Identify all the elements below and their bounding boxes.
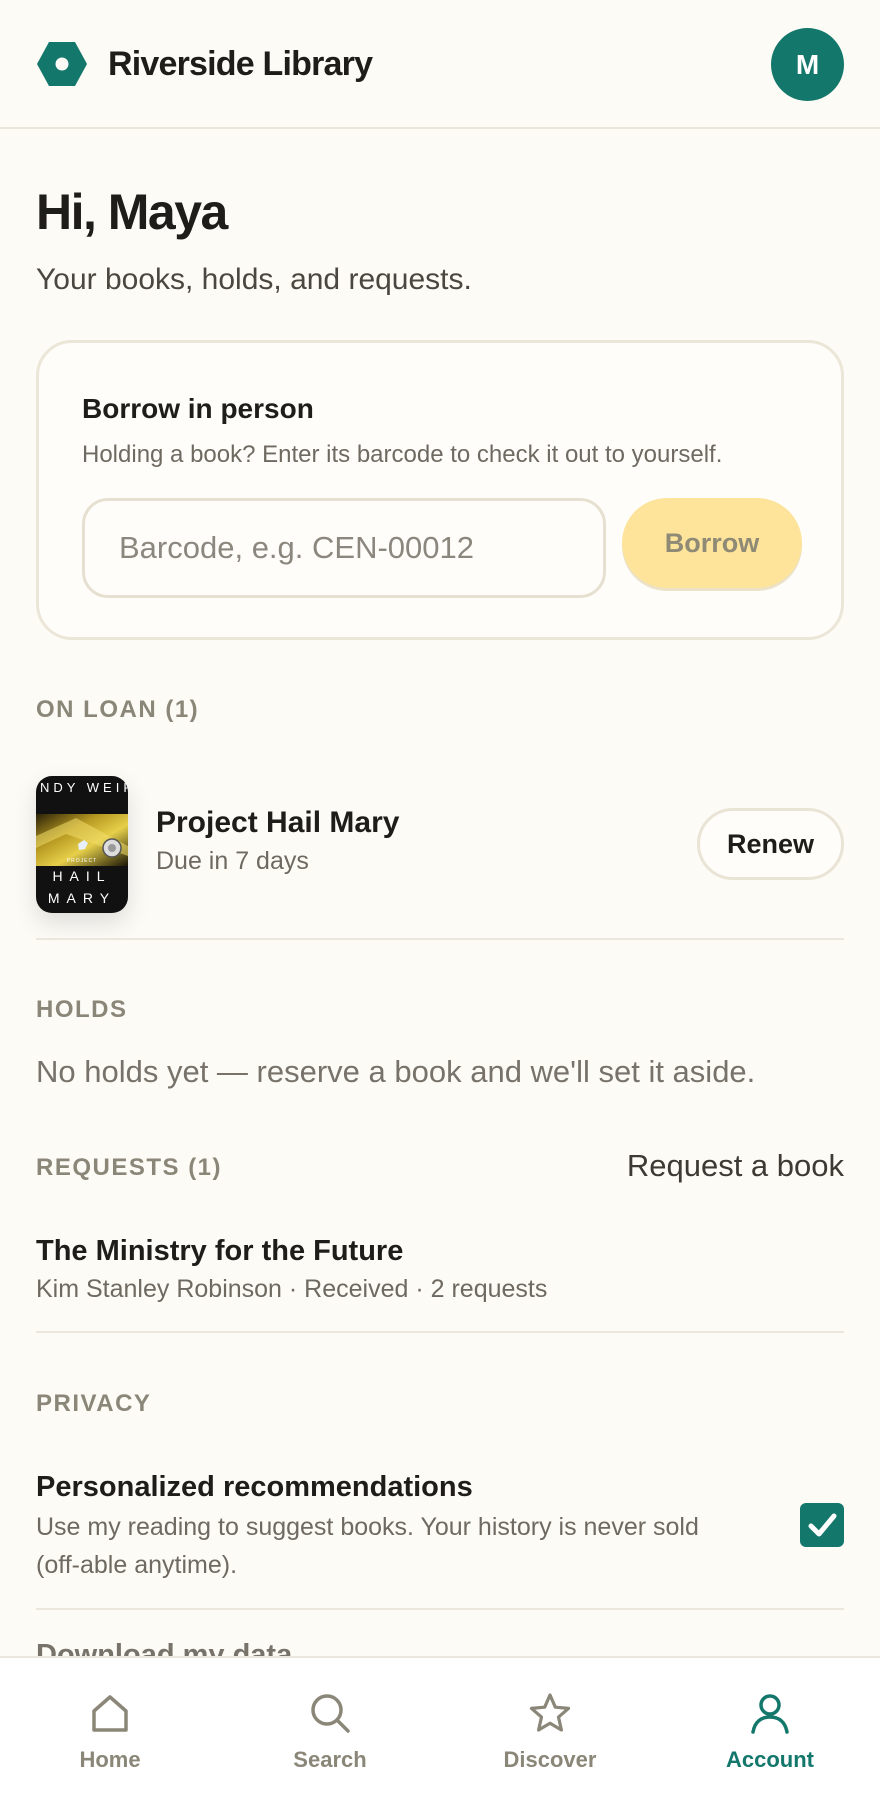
request-a-book-link[interactable]: Request a book <box>627 1146 844 1186</box>
brand-logo-icon[interactable] <box>36 40 88 88</box>
renew-button[interactable]: Renew <box>697 808 844 880</box>
request-title[interactable]: The Ministry for the Future <box>36 1232 403 1270</box>
request-meta: Kim Stanley Robinson · Received · 2 requ… <box>36 1275 548 1303</box>
star-icon <box>529 1693 571 1732</box>
book-cover-art: ANDY WEIR PROJECT HAIL MARY <box>36 776 128 913</box>
bottom-nav: Home Search Discover Account <box>0 1656 880 1800</box>
book-cover-project-hail-mary[interactable]: ANDY WEIR PROJECT HAIL MARY <box>36 776 128 913</box>
barcode-input[interactable] <box>82 498 606 598</box>
nav-item-discover[interactable]: Discover <box>440 1658 660 1800</box>
nav-item-home[interactable]: Home <box>0 1658 220 1800</box>
nav-item-account[interactable]: Account <box>660 1658 880 1800</box>
nav-item-search[interactable]: Search <box>220 1658 440 1800</box>
requests-section-label: REQUESTS (1) <box>36 1154 223 1181</box>
page-title: Hi, Maya <box>36 184 228 240</box>
borrow-card-description: Holding a book? Enter its barcode to che… <box>82 441 723 468</box>
nav-label-home: Home <box>79 1747 141 1772</box>
loan-due-date: Due in 7 days <box>156 847 309 875</box>
search-icon <box>311 1694 350 1733</box>
nav-label-discover: Discover <box>503 1747 597 1772</box>
privacy-setting-title: Personalized recommendations <box>36 1471 473 1503</box>
cover-title-line-1: HAIL <box>52 868 111 884</box>
home-icon <box>92 1695 128 1732</box>
on-loan-section-label: ON LOAN (1) <box>36 696 200 723</box>
app-header: Riverside Library M <box>0 0 880 129</box>
app-title[interactable]: Riverside Library <box>108 42 373 86</box>
borrow-in-person-card: Borrow in person Holding a book? Enter i… <box>36 340 844 640</box>
cover-kicker: PROJECT <box>67 858 97 864</box>
borrow-card-title: Borrow in person <box>82 393 314 424</box>
person-icon <box>751 1694 789 1734</box>
holds-empty-state: No holds yet — reserve a book and we'll … <box>36 1054 756 1089</box>
divider <box>36 1331 844 1333</box>
privacy-setting-description: Use my reading to suggest books. Your hi… <box>36 1513 699 1579</box>
cover-author: ANDY WEIR <box>36 780 128 795</box>
divider <box>36 938 844 940</box>
privacy-section-label: PRIVACY <box>36 1390 152 1417</box>
loan-title[interactable]: Project Hail Mary <box>156 804 399 842</box>
avatar[interactable]: M <box>771 28 844 101</box>
personalized-recommendations-checkbox[interactable] <box>800 1503 844 1547</box>
divider <box>36 1608 844 1610</box>
page-subtitle: Your books, holds, and requests. <box>36 263 472 296</box>
nav-label-search: Search <box>293 1747 367 1772</box>
nav-label-account: Account <box>726 1747 814 1772</box>
holds-section-label: HOLDS <box>36 996 128 1023</box>
borrow-button[interactable]: Borrow <box>622 498 802 588</box>
cover-title-line-2: MARY <box>48 890 116 906</box>
checkmark-icon <box>808 1513 837 1537</box>
